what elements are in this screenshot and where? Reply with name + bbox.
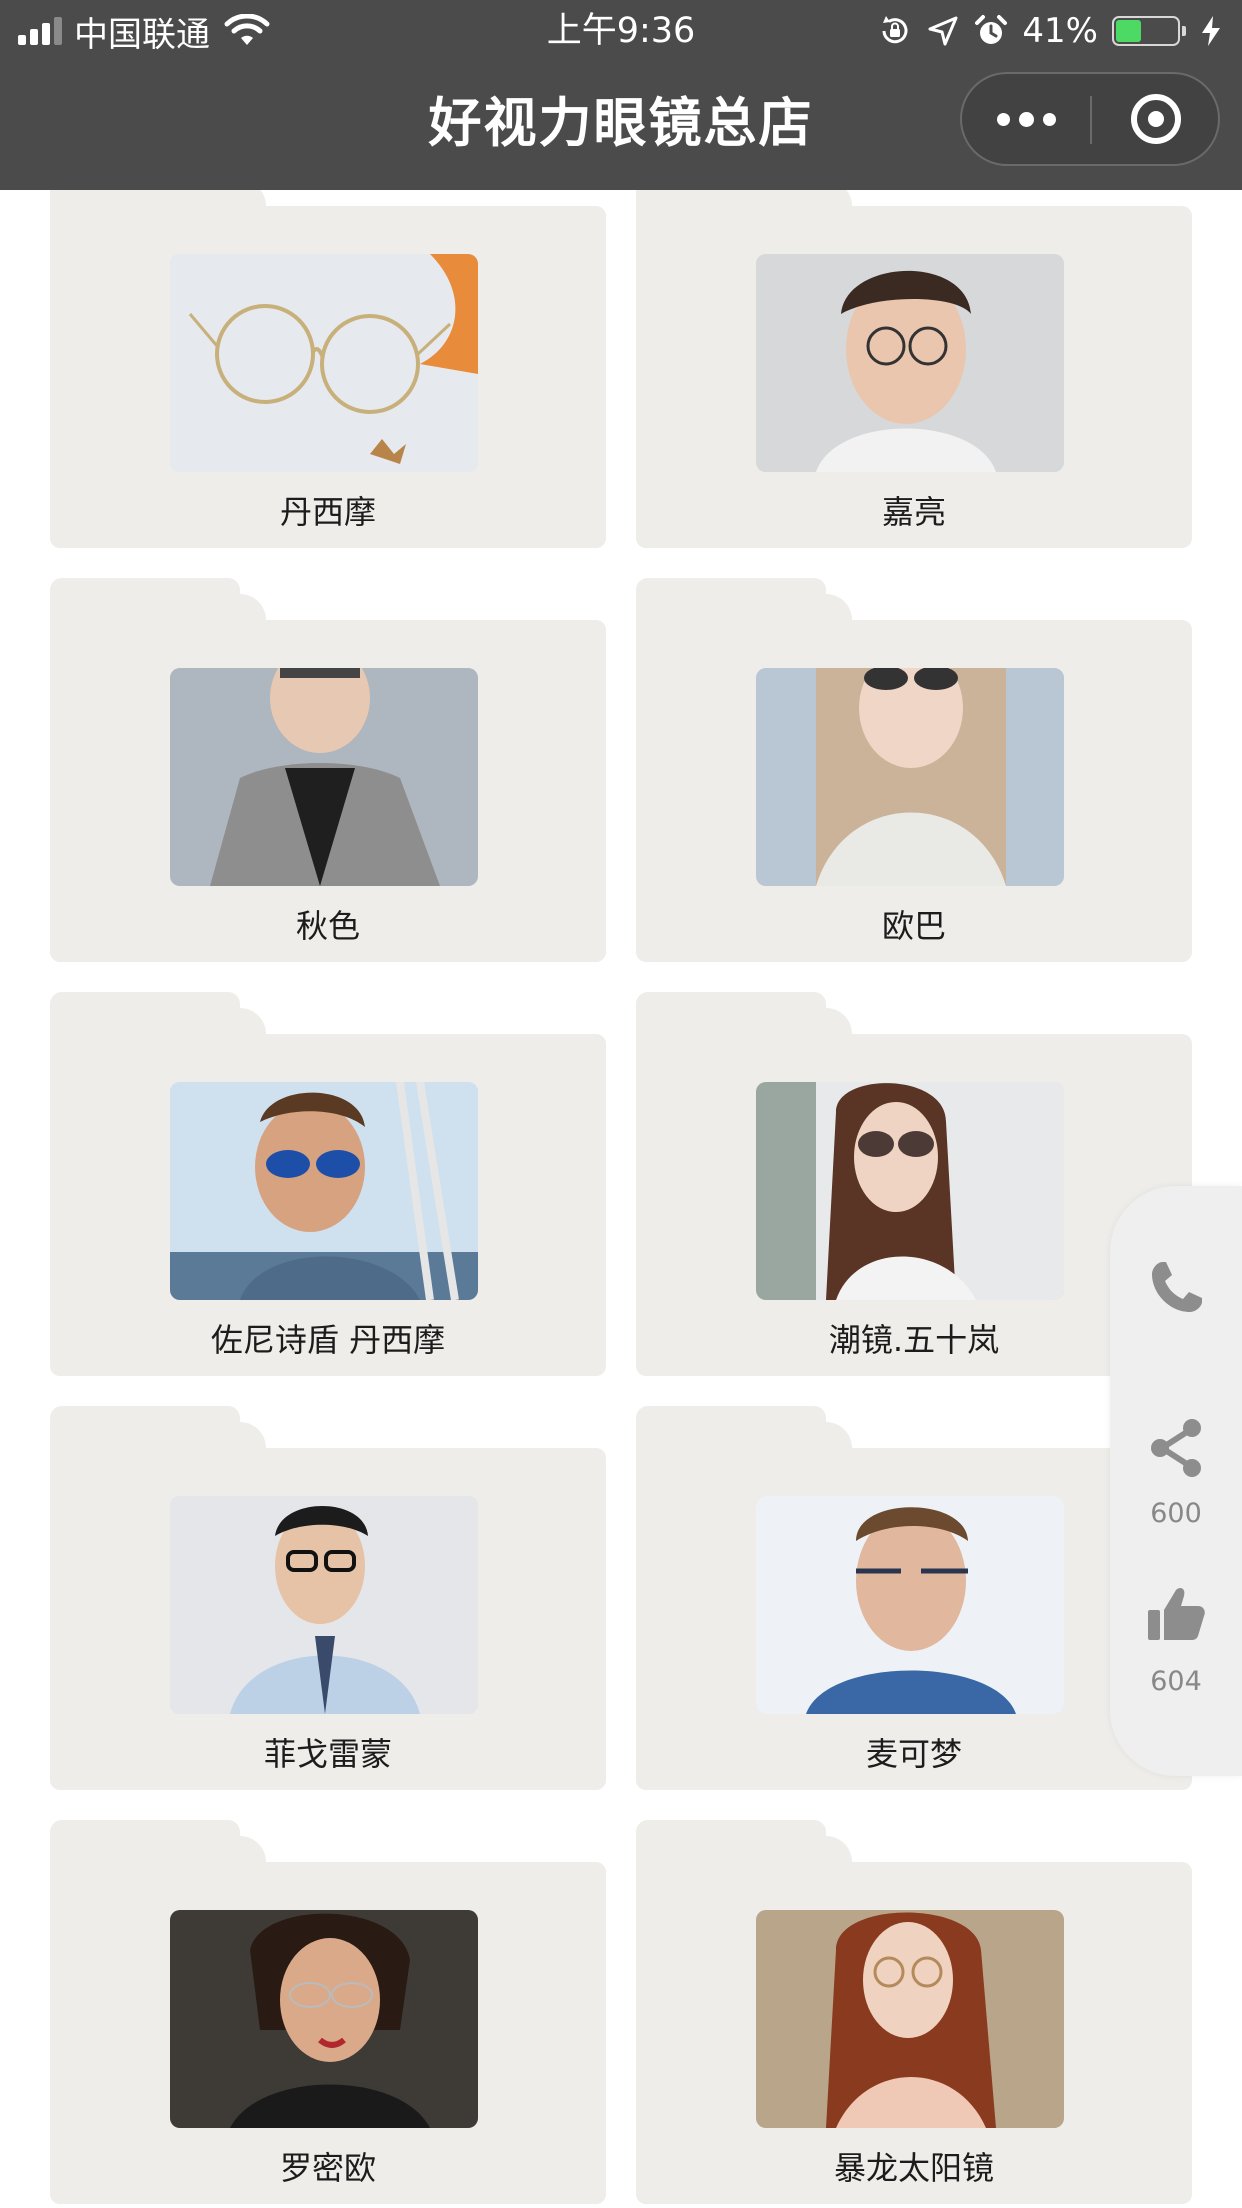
- card-body: 菲戈雷蒙: [50, 1448, 606, 1790]
- brand-card[interactable]: 暴龙太阳镜: [636, 1820, 1192, 2204]
- man-in-blue-mirrored-sunglasses-photo: [170, 1082, 478, 1300]
- phone-icon[interactable]: [1144, 1256, 1208, 1320]
- brand-card[interactable]: 罗密欧: [50, 1820, 606, 2204]
- app-header: 中国联通 上午9:36 41% 好视力眼镜总店: [0, 0, 1242, 190]
- brand-card[interactable]: 佐尼诗盾 丹西摩: [50, 992, 606, 1376]
- brand-label: 菲戈雷蒙: [263, 1735, 392, 1773]
- card-body: 暴龙太阳镜: [636, 1862, 1192, 2204]
- woman-in-tinted-sunglasses-photo: [756, 1082, 1064, 1300]
- brand-label: 麦可梦: [865, 1735, 962, 1773]
- thumbs-up-icon[interactable]: [1144, 1582, 1208, 1646]
- mini-program-capsule: [960, 72, 1220, 166]
- man-in-grey-blazer-sunglasses-photo: [170, 668, 478, 886]
- status-bar-right: 41%: [878, 10, 1228, 52]
- brand-photo[interactable]: [170, 254, 478, 472]
- brand-card[interactable]: 丹西摩: [50, 190, 606, 548]
- card-body: 麦可梦: [636, 1448, 1192, 1790]
- brand-label: 暴龙太阳镜: [833, 2149, 994, 2187]
- charging-bolt-icon: [1202, 16, 1220, 46]
- brand-photo[interactable]: [756, 254, 1064, 472]
- location-arrow-icon: [928, 16, 958, 46]
- floating-action-rail: 600 604: [1110, 1186, 1242, 1776]
- battery-percentage: 41%: [1022, 11, 1098, 51]
- brand-card[interactable]: 潮镜.五十岚: [636, 992, 1192, 1376]
- man-in-black-frame-glasses-photo: [170, 1496, 478, 1714]
- brand-label: 欧巴: [881, 907, 946, 945]
- battery-icon: [1112, 16, 1186, 46]
- man-in-half-rim-glasses-photo: [756, 1496, 1064, 1714]
- battery-level-fill: [1116, 20, 1141, 42]
- brand-photo[interactable]: [756, 1082, 1064, 1300]
- card-body: 佐尼诗盾 丹西摩: [50, 1034, 606, 1376]
- brand-card[interactable]: 嘉亮: [636, 190, 1192, 548]
- status-bar: 中国联通 上午9:36 41%: [0, 0, 1242, 62]
- card-body: 潮镜.五十岚: [636, 1034, 1192, 1376]
- brand-photo[interactable]: [170, 1082, 478, 1300]
- brand-photo[interactable]: [170, 1910, 478, 2128]
- brand-photo[interactable]: [170, 668, 478, 886]
- brand-card[interactable]: 秋色: [50, 578, 606, 962]
- card-body: 罗密欧: [50, 1862, 606, 2204]
- brand-label: 丹西摩: [279, 493, 376, 531]
- card-body: 欧巴: [636, 620, 1192, 962]
- brand-photo[interactable]: [756, 1910, 1064, 2128]
- brand-card[interactable]: 菲戈雷蒙: [50, 1406, 606, 1790]
- card-body: 秋色: [50, 620, 606, 962]
- more-menu-button[interactable]: [962, 74, 1090, 164]
- alarm-clock-icon: [975, 15, 1008, 44]
- card-body: 嘉亮: [636, 206, 1192, 548]
- clear-frame-glasses-product-photo: [170, 254, 478, 472]
- target-icon: [1131, 94, 1181, 144]
- like-count: 604: [1150, 1666, 1202, 1697]
- young-man-wearing-glasses-photo: [756, 254, 1064, 472]
- brand-label: 佐尼诗盾 丹西摩: [210, 1321, 446, 1359]
- brand-label: 罗密欧: [279, 2149, 376, 2187]
- brand-label: 嘉亮: [881, 493, 946, 531]
- brand-label: 潮镜.五十岚: [828, 1321, 1000, 1359]
- nav-bar: 好视力眼镜总店: [0, 62, 1242, 190]
- woman-in-round-glasses-photo: [756, 1910, 1064, 2128]
- close-mini-program-button[interactable]: [1092, 74, 1220, 164]
- share-count: 600: [1150, 1498, 1202, 1529]
- brand-photo[interactable]: [756, 668, 1064, 886]
- brand-photo[interactable]: [170, 1496, 478, 1714]
- woman-in-sunglasses-photo: [756, 668, 1064, 886]
- share-icon[interactable]: [1144, 1416, 1208, 1480]
- brand-card[interactable]: 麦可梦: [636, 1406, 1192, 1790]
- rotation-lock-icon: [882, 16, 908, 44]
- brand-label: 秋色: [295, 907, 360, 945]
- brand-photo[interactable]: [756, 1496, 1064, 1714]
- brand-grid: 丹西摩 嘉亮秋色 欧巴佐尼诗盾 丹西摩 潮镜.五十岚菲戈雷蒙 麦可梦罗密欧 暴龙太阳镜: [0, 190, 1242, 2208]
- ellipsis-icon: [996, 112, 1010, 126]
- card-body: 丹西摩: [50, 206, 606, 548]
- woman-in-rimless-glasses-photo: [170, 1910, 478, 2128]
- brand-card[interactable]: 欧巴: [636, 578, 1192, 962]
